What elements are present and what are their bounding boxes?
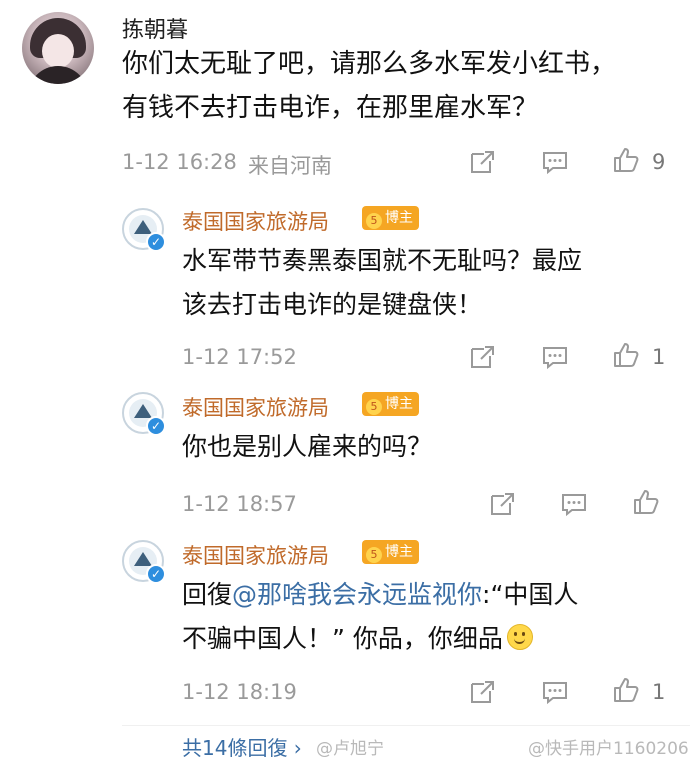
reply-username[interactable]: 泰国国家旅游局 [182, 206, 329, 236]
like-count: 1 [652, 680, 666, 704]
verified-icon: ✓ [146, 564, 166, 584]
watermark-left: @卢旭宁 [316, 739, 384, 759]
more-replies-label: 共14條回復 [182, 736, 288, 760]
reply-text-line1: 回復@那啥我会永远监视你:“中国人 [182, 574, 578, 616]
blogger-badge: 5 博主 [362, 540, 419, 564]
share-icon[interactable] [468, 678, 496, 706]
smiley-emoji-icon [506, 624, 533, 650]
reply-timestamp: 1-12 18:19 [182, 680, 297, 704]
comment-username[interactable]: 拣朝暮 [122, 12, 188, 44]
like-icon[interactable] [632, 488, 660, 516]
comment-icon[interactable] [560, 490, 588, 518]
reply-prefix: 回復 [182, 580, 233, 609]
comment-text-line2: 有钱不去打击电诈，在那里雇水军？ [122, 93, 539, 123]
divider [122, 725, 690, 726]
reply-username[interactable]: 泰国国家旅游局 [182, 392, 329, 422]
verified-icon: ✓ [146, 232, 166, 252]
comment-text-line1: 你们太无耻了吧，请那么多水军发小红书， [122, 49, 617, 79]
comment-location: 来自河南 [248, 154, 332, 178]
reply-quote-end: 不骗中国人！” 你品，你细品 [182, 624, 503, 653]
reply-text-line2: 该去打击电诈的是键盘侠！ [182, 290, 483, 319]
more-replies-link[interactable]: 共14條回復 › [182, 732, 302, 761]
like-icon[interactable] [612, 146, 640, 174]
share-icon[interactable] [488, 490, 516, 518]
badge-label: 博主 [385, 396, 413, 412]
reply-username[interactable]: 泰国国家旅游局 [182, 540, 329, 570]
like-icon[interactable] [612, 341, 640, 369]
comment-icon[interactable] [541, 343, 569, 371]
avatar[interactable] [22, 12, 94, 84]
reply-text-line1: 你也是别人雇来的吗？ [182, 432, 433, 461]
reply-timestamp: 1-12 18:57 [182, 492, 297, 516]
comment-icon[interactable] [541, 678, 569, 706]
share-icon[interactable] [468, 343, 496, 371]
reply-timestamp: 1-12 17:52 [182, 345, 297, 369]
badge-label: 博主 [385, 210, 413, 226]
share-icon[interactable] [468, 148, 496, 176]
like-count: 9 [652, 150, 666, 174]
reply-text-line1: 水军带节奏黑泰国就不无耻吗？最应 [182, 246, 583, 275]
blogger-badge: 5 博主 [362, 392, 419, 416]
comment-timestamp: 1-12 16:28 [122, 150, 237, 174]
verified-icon: ✓ [146, 416, 166, 436]
badge-label: 博主 [385, 544, 413, 560]
like-icon[interactable] [612, 676, 640, 704]
like-count: 1 [652, 345, 666, 369]
watermark-right: @快手用户1160206 [528, 739, 689, 759]
reply-quote-start: :“中国人 [482, 580, 579, 609]
comment-icon[interactable] [541, 148, 569, 176]
mention-link[interactable]: @那啥我会永远监视你 [232, 580, 482, 609]
chevron-right-icon: › [287, 736, 302, 760]
reply-text-line2: 不骗中国人！” 你品，你细品 [182, 618, 533, 660]
blogger-badge: 5 博主 [362, 206, 419, 230]
